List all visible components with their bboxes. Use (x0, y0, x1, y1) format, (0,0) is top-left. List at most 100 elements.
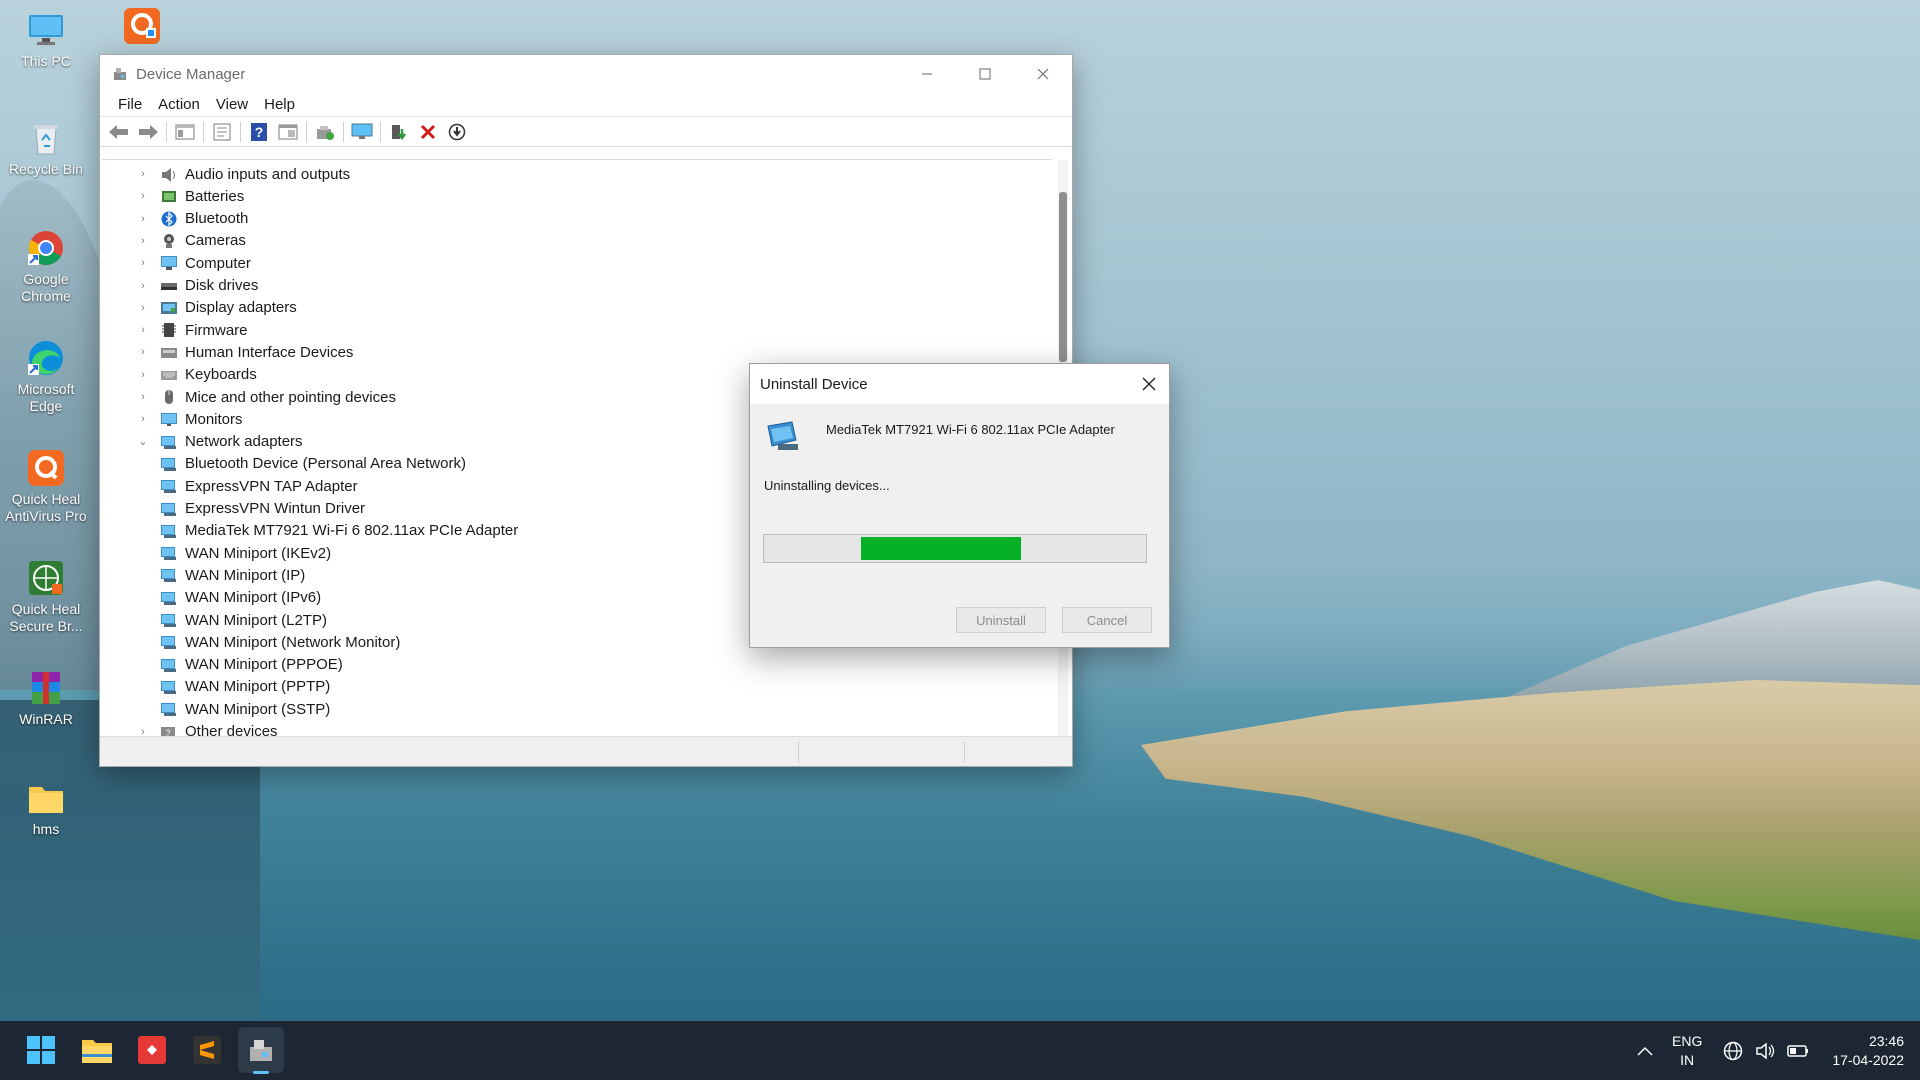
chevron-right-icon[interactable]: › (136, 391, 150, 403)
chevron-right-icon[interactable]: › (136, 346, 150, 358)
desktop-icon-this-pc[interactable]: This PC (1, 10, 91, 70)
taskbar-sublime-text[interactable] (184, 1027, 230, 1073)
tree-node[interactable]: WAN Miniport (SSTP) (160, 698, 330, 720)
chevron-right-icon[interactable]: › (136, 302, 150, 314)
tree-node[interactable]: ExpressVPN Wintun Driver (160, 498, 365, 520)
maximize-button[interactable] (956, 55, 1014, 93)
quickheal-shortcut-icon[interactable] (122, 6, 162, 46)
language-indicator[interactable]: ENG IN (1672, 1021, 1718, 1080)
view-button[interactable] (275, 120, 301, 144)
tree-node[interactable]: MediaTek MT7921 Wi-Fi 6 802.11ax PCIe Ad… (160, 520, 518, 542)
tree-node[interactable]: › Computer (136, 252, 251, 274)
tree-node[interactable]: › Display adapters (136, 297, 297, 319)
chevron-right-icon[interactable]: › (136, 190, 150, 202)
show-hidden-icons-button[interactable] (1636, 1021, 1654, 1080)
tree-node[interactable]: › Batteries (136, 185, 244, 207)
close-button[interactable] (1014, 55, 1072, 93)
device-manager-icon (250, 1040, 272, 1061)
taskbar-file-explorer[interactable] (74, 1027, 120, 1073)
chevron-right-icon[interactable]: › (136, 413, 150, 425)
tree-node[interactable]: › Bluetooth (136, 208, 248, 230)
taskbar-device-manager[interactable] (238, 1027, 284, 1073)
quickheal-icon (28, 450, 64, 486)
battery-icon (162, 191, 176, 203)
chevron-right-icon[interactable]: › (136, 257, 150, 269)
desktop-icon-hms[interactable]: hms (1, 778, 91, 838)
scan-hardware-button[interactable] (312, 120, 338, 144)
tree-node[interactable]: WAN Miniport (IP) (160, 564, 305, 586)
desktop-icon-microsoft-edge[interactable]: Microsoft Edge (1, 338, 91, 415)
taskbar-git-app[interactable] (129, 1027, 175, 1073)
tree-node[interactable]: › Cameras (136, 230, 246, 252)
help-icon: ? (251, 122, 267, 141)
dialog-close-button[interactable] (1129, 364, 1169, 404)
chevron-right-icon[interactable]: › (136, 280, 150, 292)
tree-node-label: Mice and other pointing devices (185, 388, 396, 406)
show-hide-tree-button[interactable] (172, 120, 198, 144)
chevron-right-icon[interactable]: › (136, 369, 150, 381)
properties-button[interactable] (209, 120, 235, 144)
firmware-icon (162, 323, 176, 338)
back-icon (109, 124, 128, 139)
dialog-title-bar[interactable]: Uninstall Device (750, 364, 1169, 404)
tree-node[interactable]: › Keyboards (136, 364, 257, 386)
menu-action[interactable]: Action (152, 94, 206, 115)
uninstall-dialog-button[interactable]: Uninstall (956, 607, 1046, 633)
tree-node[interactable]: › Audio inputs and outputs (136, 163, 350, 185)
desktop-icon-label: WinRAR (19, 711, 73, 727)
tree-node[interactable]: Bluetooth Device (Personal Area Network) (160, 453, 466, 475)
tree-node[interactable]: WAN Miniport (Network Monitor) (160, 631, 400, 653)
scrollbar-thumb[interactable] (1059, 192, 1067, 362)
tree-node[interactable]: › Firmware (136, 319, 248, 341)
tree-node[interactable]: ExpressVPN TAP Adapter (160, 475, 358, 497)
monitor-device-button[interactable] (349, 120, 375, 144)
menu-file[interactable]: File (112, 94, 148, 115)
keyboard-icon (161, 370, 177, 380)
tree-node[interactable]: › Monitors (136, 408, 242, 430)
tree-node[interactable]: WAN Miniport (L2TP) (160, 609, 327, 631)
desktop-icon-quick-heal-browser[interactable]: Quick Heal Secure Br... (1, 558, 91, 635)
desktop-icon-winrar[interactable]: WinRAR (1, 668, 91, 728)
minimize-button[interactable] (898, 55, 956, 93)
desktop-icon-quick-heal-antivirus[interactable]: Quick Heal AntiVirus Pro (1, 448, 91, 525)
tree-node[interactable]: › Disk drives (136, 275, 258, 297)
system-tray-status[interactable] (1722, 1021, 1810, 1080)
desktop-icon-google-chrome[interactable]: Google Chrome (1, 228, 91, 305)
monitor-device-icon (351, 123, 373, 139)
tree-node[interactable]: WAN Miniport (IKEv2) (160, 542, 331, 564)
tree-node-label: Computer (185, 254, 251, 272)
update-driver-button[interactable] (386, 120, 412, 144)
chevron-right-icon[interactable]: › (136, 235, 150, 247)
folder-icon (29, 787, 63, 813)
help-button[interactable]: ? (246, 120, 272, 144)
clock[interactable]: 23:46 17-04-2022 (1816, 1021, 1912, 1080)
tree-node[interactable]: ⌄ Network adapters (136, 431, 302, 453)
menu-help[interactable]: Help (258, 94, 301, 115)
forward-button[interactable] (135, 120, 161, 144)
tree-node[interactable]: › Mice and other pointing devices (136, 386, 396, 408)
tree-node[interactable]: WAN Miniport (PPTP) (160, 676, 330, 698)
network-adapter-icon (161, 636, 176, 650)
menu-bar: File Action View Help (100, 93, 1072, 117)
disable-device-button[interactable] (444, 120, 470, 144)
disable-device-icon (448, 123, 466, 140)
desktop-icon-recycle-bin[interactable]: Recycle Bin (1, 118, 91, 178)
back-button[interactable] (106, 120, 132, 144)
title-bar[interactable]: Device Manager (100, 55, 1072, 93)
tree-node-label: ExpressVPN Wintun Driver (185, 500, 366, 517)
tree-node[interactable]: › Human Interface Devices (136, 341, 353, 363)
tree-node[interactable]: WAN Miniport (IPv6) (160, 587, 321, 609)
tree-node[interactable]: WAN Miniport (PPPOE) (160, 654, 343, 676)
cancel-dialog-button[interactable]: Cancel (1062, 607, 1152, 633)
start-icon (27, 1036, 55, 1064)
chevron-right-icon[interactable]: › (136, 324, 150, 336)
chevron-right-icon[interactable]: › (136, 168, 150, 180)
uninstall-icon (420, 124, 436, 139)
desktop-icon-label: This PC (21, 53, 71, 69)
taskbar-start-button[interactable] (18, 1027, 64, 1073)
tree-node-label: Firmware (185, 321, 248, 339)
chevron-down-icon[interactable]: ⌄ (136, 435, 150, 448)
chevron-right-icon[interactable]: › (136, 213, 150, 225)
menu-view[interactable]: View (210, 94, 254, 115)
uninstall-button[interactable] (415, 120, 441, 144)
